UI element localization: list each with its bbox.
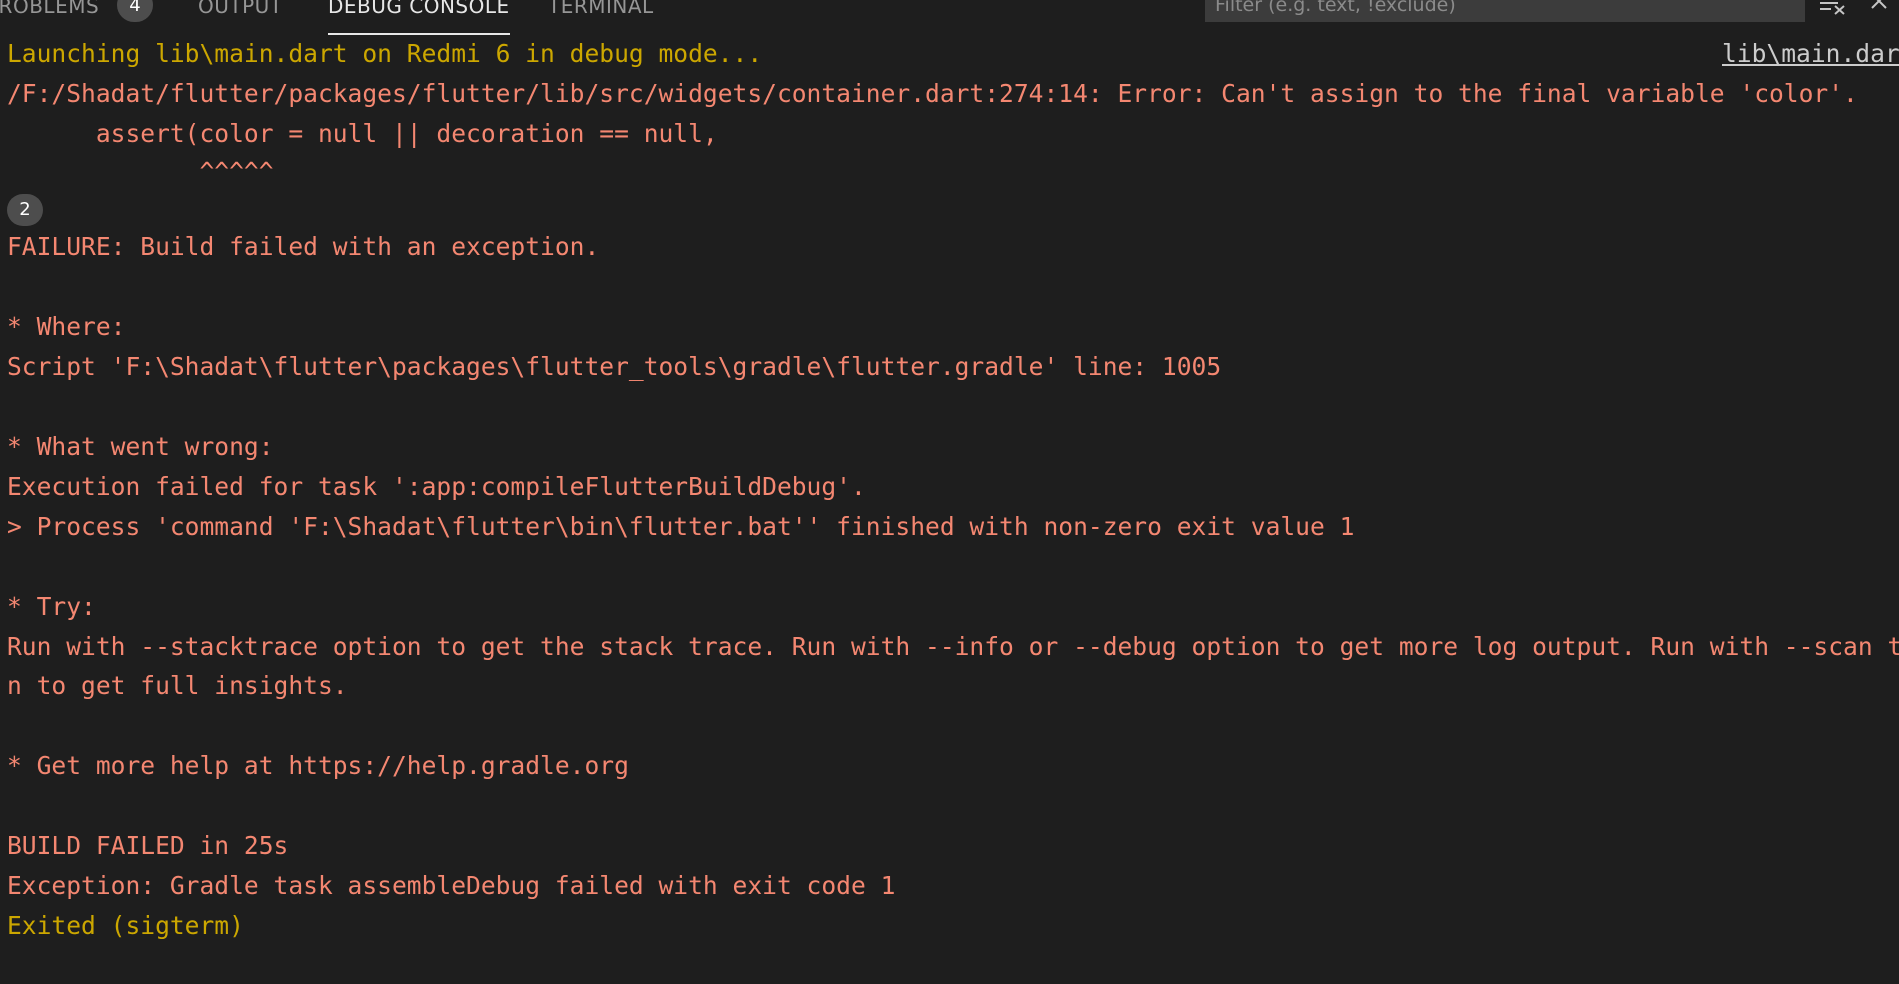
try-detail-line-2: n to get full insights.	[7, 671, 348, 700]
close-icon[interactable]	[1868, 0, 1898, 18]
tab-output[interactable]: OUTPUT	[198, 0, 283, 33]
tab-terminal-label: TERMINAL	[548, 0, 654, 18]
exited-message: Exited (sigterm)	[7, 911, 244, 940]
error-caret-marker: ^^^^^	[7, 157, 274, 186]
tab-debug-console-label: DEBUG CONSOLE	[328, 0, 510, 18]
debug-console-panel: PROBLEMS 4 OUTPUT DEBUG CONSOLE TERMINAL	[0, 0, 1899, 984]
compile-error-message: /F:/Shadat/flutter/packages/flutter/lib/…	[7, 79, 1858, 108]
help-link-line: * Get more help at https://help.gradle.o…	[7, 751, 629, 780]
what-went-wrong-header: * What went wrong:	[7, 432, 274, 461]
tab-problems[interactable]: PROBLEMS	[0, 0, 99, 33]
failure-message: FAILURE: Build failed with an exception.	[7, 232, 600, 261]
where-detail: Script 'F:\Shadat\flutter\packages\flutt…	[7, 352, 1222, 381]
console-output: Launching lib\main.dart on Redmi 6 in de…	[0, 34, 1899, 984]
try-detail-line-1: Run with --stacktrace option to get the …	[7, 632, 1899, 661]
repeat-count-badge: 2	[7, 194, 43, 226]
console-filter-input[interactable]	[1205, 0, 1805, 22]
clear-console-icon[interactable]	[1818, 0, 1848, 18]
tab-problems-label: PROBLEMS	[0, 0, 100, 18]
panel-tab-bar: PROBLEMS 4 OUTPUT DEBUG CONSOLE TERMINAL	[0, 0, 1899, 35]
tab-debug-console[interactable]: DEBUG CONSOLE	[328, 0, 510, 35]
problems-count-badge: 4	[117, 0, 153, 22]
error-code-snippet: assert(color = null || decoration == nul…	[7, 119, 718, 148]
what-went-wrong-detail: Execution failed for task ':app:compileF…	[7, 472, 866, 501]
launch-message: Launching lib\main.dart on Redmi 6 in de…	[7, 39, 763, 68]
tab-output-label: OUTPUT	[198, 0, 283, 18]
gradle-exception-message: Exception: Gradle task assembleDebug fai…	[7, 871, 896, 900]
where-header: * Where:	[7, 312, 126, 341]
source-location-link[interactable]: lib\main.dart	[1722, 34, 1899, 74]
process-failure-detail: > Process 'command 'F:\Shadat\flutter\bi…	[7, 512, 1355, 541]
try-header: * Try:	[7, 592, 96, 621]
tab-terminal[interactable]: TERMINAL	[548, 0, 654, 33]
build-failed-message: BUILD FAILED in 25s	[7, 831, 289, 860]
